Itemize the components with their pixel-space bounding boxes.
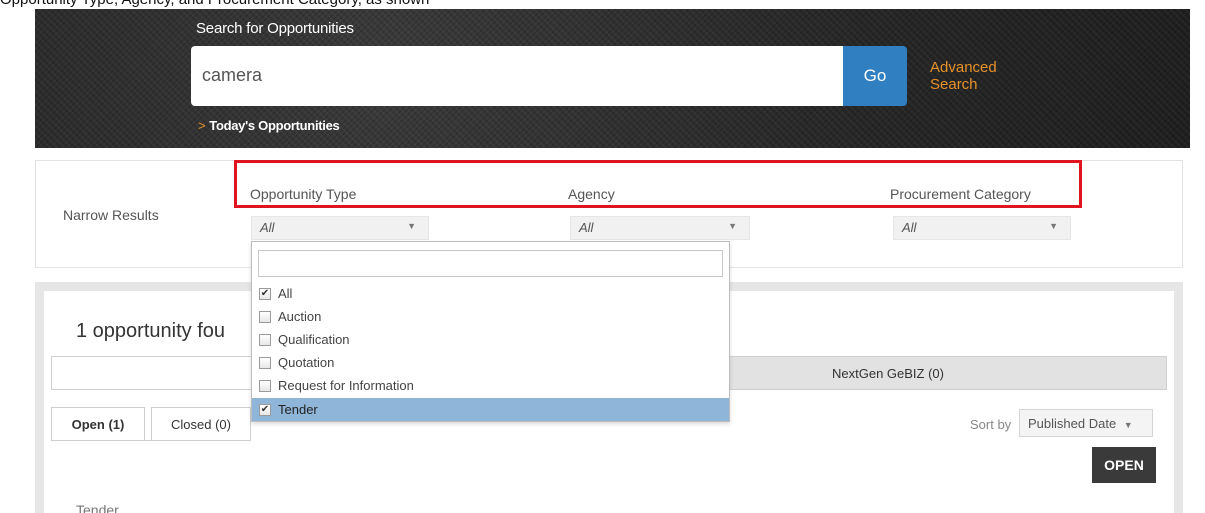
tabs-divider	[51, 440, 251, 441]
search-input-value: camera	[202, 65, 263, 85]
narrow-results-label: Narrow Results	[63, 207, 159, 223]
highlight-box	[234, 160, 1082, 208]
status-badge: OPEN	[1092, 447, 1156, 483]
chevron-down-icon: ▼	[407, 221, 416, 231]
advanced-search-line1: Advanced	[930, 59, 997, 76]
advanced-search-line2: Search	[930, 76, 978, 93]
dropdown-option-label: All	[278, 286, 293, 301]
agency-value: All	[579, 220, 594, 235]
opportunity-type-value: All	[260, 220, 275, 235]
chevron-down-icon: ▼	[1049, 221, 1058, 231]
opportunity-type-label: Tender	[76, 502, 119, 513]
search-input[interactable]: camera	[191, 46, 843, 106]
procurement-category-select[interactable]: All ▼	[893, 216, 1071, 240]
checkbox-icon[interactable]	[259, 310, 271, 323]
dropdown-option-all[interactable]: ✔ All	[252, 282, 729, 305]
tab-open[interactable]: Open (1)	[51, 407, 145, 441]
sort-label: Sort by	[970, 417, 1012, 432]
sort-value: Published Date	[1028, 416, 1117, 431]
checkbox-icon[interactable]	[259, 333, 271, 346]
dropdown-option-auction[interactable]: Auction	[252, 305, 729, 328]
dropdown-option-label: Qualification	[278, 332, 350, 347]
checkbox-checked-icon[interactable]: ✔	[259, 287, 271, 300]
chevron-down-icon: ▼	[728, 221, 737, 231]
todays-opportunities-link[interactable]: > Today's Opportunities	[198, 118, 340, 133]
results-count: 1 opportunity fou	[76, 320, 225, 342]
checkbox-icon[interactable]	[259, 379, 271, 392]
search-label: Search for Opportunities	[196, 20, 354, 37]
chevron-down-icon: ▼	[1123, 420, 1133, 430]
tab-closed[interactable]: Closed (0)	[151, 407, 251, 441]
dropdown-option-label: Auction	[278, 309, 322, 324]
go-button[interactable]: Go	[843, 46, 907, 106]
dropdown-option-quotation[interactable]: Quotation	[252, 351, 729, 374]
checkbox-icon[interactable]	[259, 356, 271, 369]
page-caption: Opportunity Type, Agency, and Procuremen…	[0, 0, 1205, 9]
advanced-search-link[interactable]: Advanced Search	[930, 59, 997, 93]
dropdown-option-label: Request for Information	[278, 378, 414, 393]
agency-select[interactable]: All ▼	[570, 216, 750, 240]
opportunity-type-select[interactable]: All ▼	[251, 216, 429, 240]
todays-opportunities-label: Today's Opportunities	[209, 118, 340, 133]
sort-select[interactable]: Published Date ▼	[1019, 409, 1153, 437]
dropdown-option-label: Quotation	[278, 355, 335, 370]
checkbox-checked-icon[interactable]: ✔	[259, 403, 271, 416]
dropdown-option-request-for-information[interactable]: Request for Information	[252, 374, 729, 397]
dropdown-option-tender[interactable]: ✔ Tender	[252, 398, 729, 421]
dropdown-search-input[interactable]	[258, 250, 723, 277]
procurement-category-value: All	[902, 220, 917, 235]
chevron-right-icon: >	[198, 118, 206, 133]
dropdown-option-label: Tender	[278, 402, 318, 417]
dropdown-option-qualification[interactable]: Qualification	[252, 328, 729, 351]
